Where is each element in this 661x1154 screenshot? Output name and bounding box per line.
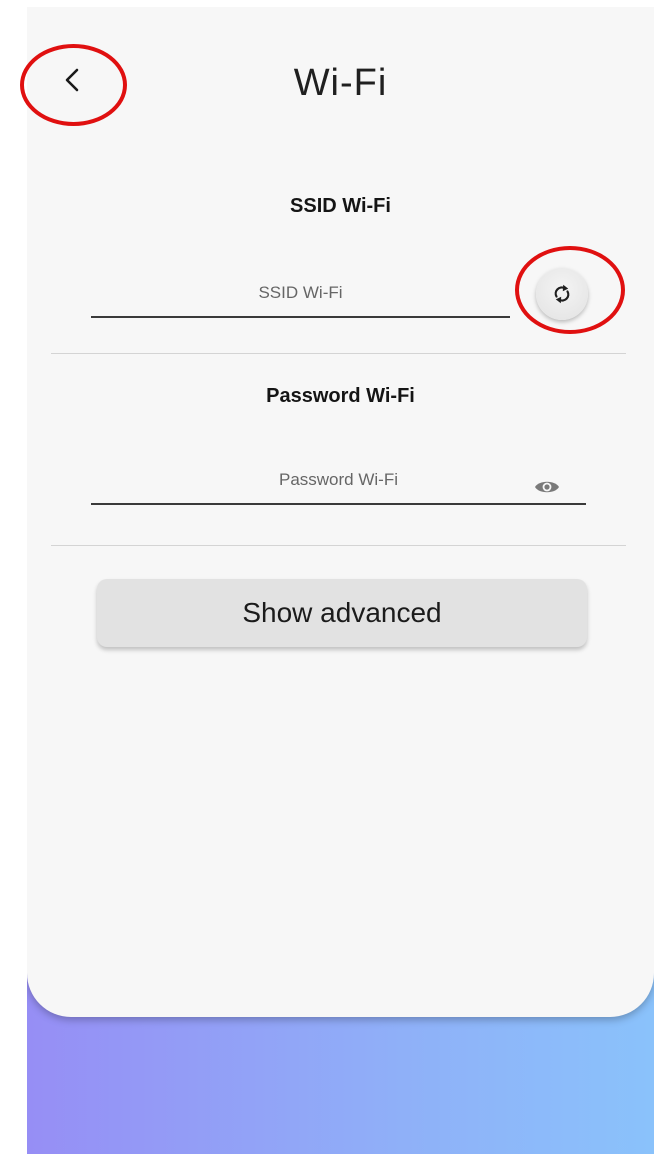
password-input[interactable] bbox=[91, 457, 586, 503]
app-frame: Wi-Fi SSID Wi-Fi Password Wi-Fi bbox=[27, 7, 654, 1154]
divider bbox=[51, 353, 626, 354]
divider bbox=[51, 545, 626, 546]
show-advanced-button[interactable]: Show advanced bbox=[97, 579, 587, 647]
toggle-password-visibility-button[interactable] bbox=[527, 472, 567, 502]
password-field-container bbox=[91, 457, 586, 505]
ssid-label: SSID Wi-Fi bbox=[290, 195, 391, 217]
ssid-field-container bbox=[91, 270, 510, 318]
refresh-icon bbox=[554, 284, 570, 304]
page-title: Wi-Fi bbox=[293, 62, 388, 104]
eye-icon bbox=[535, 481, 559, 493]
password-label: Password Wi-Fi bbox=[266, 385, 415, 407]
ssid-input[interactable] bbox=[91, 270, 510, 316]
settings-card: Wi-Fi SSID Wi-Fi Password Wi-Fi bbox=[27, 7, 654, 1017]
refresh-ssid-button[interactable] bbox=[536, 268, 588, 320]
